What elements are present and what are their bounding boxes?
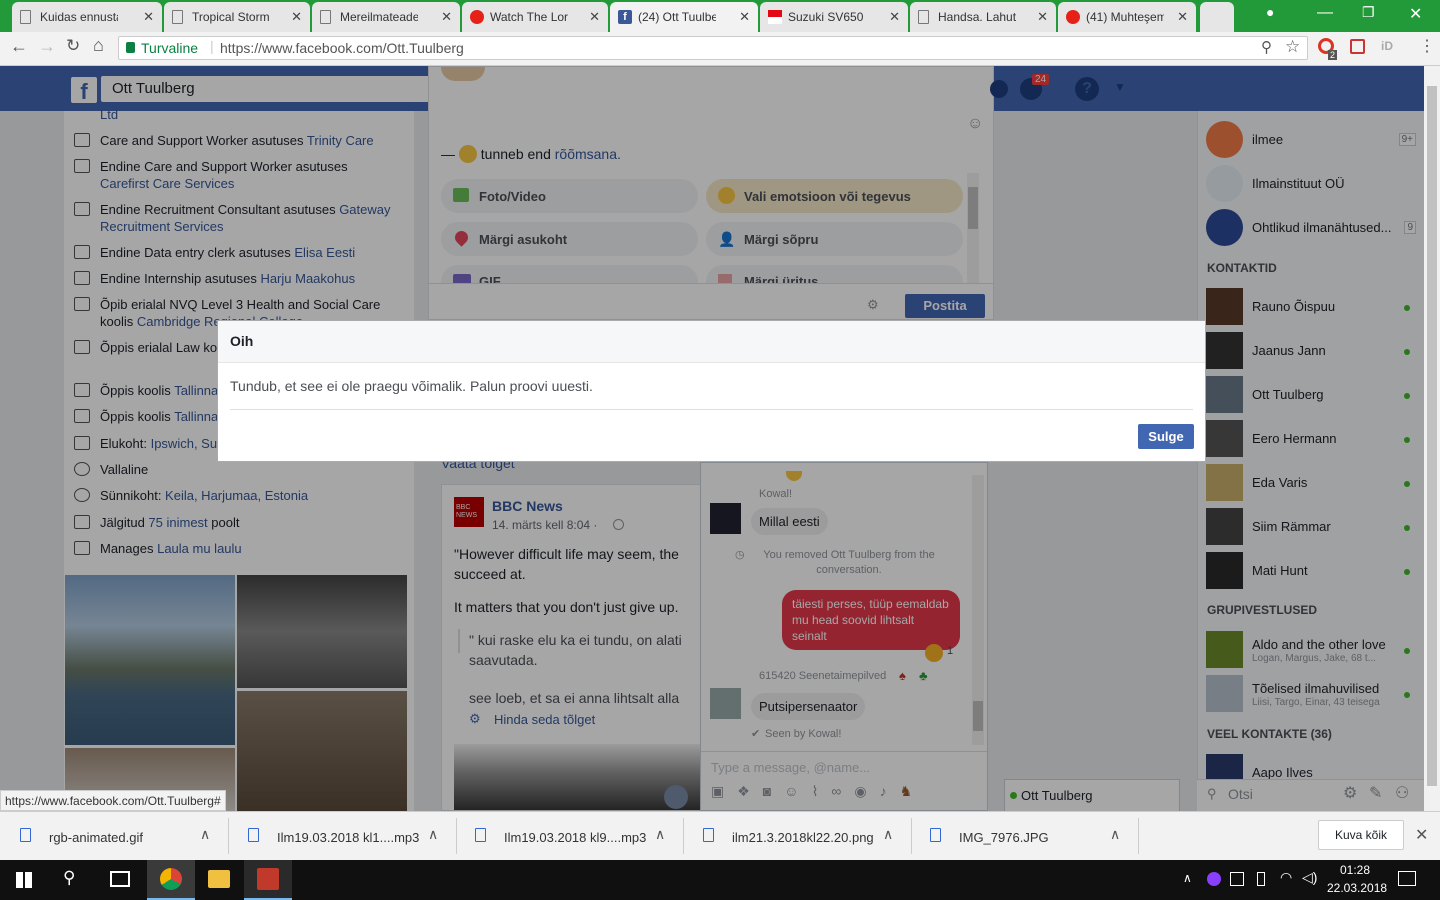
facebook-icon: f bbox=[618, 10, 632, 24]
download-item[interactable]: ilm21.3.2018kl22.20.png ∧ bbox=[703, 818, 912, 854]
status-bar-url: https://www.facebook.com/Ott.Tuulberg# bbox=[0, 790, 226, 811]
youtube-icon bbox=[470, 10, 484, 24]
youtube-icon bbox=[1066, 10, 1080, 24]
file-icon bbox=[20, 828, 31, 842]
back-icon[interactable]: ← bbox=[10, 36, 28, 57]
close-tab-icon[interactable]: ✕ bbox=[1177, 9, 1188, 25]
tab-strip: Kuidas ennustat✕ Tropical Storm R✕ Merei… bbox=[0, 0, 1440, 32]
address-bar[interactable]: Turvaline | https://www.facebook.com/Ott… bbox=[118, 36, 1308, 60]
zoom-icon[interactable]: ⚲ bbox=[1261, 38, 1272, 56]
browser-tab[interactable]: Suzuki SV650 S✕ bbox=[760, 2, 908, 32]
browser-tab[interactable]: Handsa. Lahutar✕ bbox=[910, 2, 1056, 32]
download-item[interactable]: Ilm19.03.2018 kl9....mp3 ∧ bbox=[475, 818, 684, 854]
download-menu-icon[interactable]: ∧ bbox=[883, 826, 893, 843]
dialog-title: Oih bbox=[230, 333, 254, 349]
document-icon bbox=[320, 10, 331, 24]
error-dialog: Oih Tundub, et see ei ole praegu võimali… bbox=[217, 320, 1206, 462]
separator: | bbox=[210, 38, 214, 54]
document-icon bbox=[918, 10, 929, 24]
download-menu-icon[interactable]: ∧ bbox=[428, 826, 438, 843]
search-icon[interactable]: ⚲ bbox=[63, 868, 75, 888]
close-tab-icon[interactable]: ✕ bbox=[143, 9, 154, 25]
browser-tab[interactable]: Mereilmateade | ✕ bbox=[312, 2, 460, 32]
divider bbox=[456, 818, 457, 854]
browser-tab[interactable]: Kuidas ennustat ✕ bbox=[12, 2, 162, 32]
scrollbar-thumb[interactable] bbox=[1427, 86, 1437, 786]
file-icon bbox=[703, 828, 714, 842]
download-filename: Ilm19.03.2018 kl9....mp3 bbox=[504, 830, 647, 845]
flag-icon bbox=[768, 10, 782, 24]
dialog-header: Oih bbox=[218, 321, 1205, 363]
bookmark-star-icon[interactable]: ☆ bbox=[1285, 37, 1300, 57]
download-filename: Ilm19.03.2018 kl1....mp3 bbox=[277, 830, 420, 845]
reload-icon[interactable]: ↻ bbox=[66, 36, 80, 56]
divider bbox=[1138, 818, 1139, 854]
windows-start-icon[interactable] bbox=[16, 872, 32, 888]
download-item[interactable]: IMG_7976.JPG ∧ bbox=[930, 818, 1139, 854]
download-filename: ilm21.3.2018kl22.20.png bbox=[732, 830, 874, 845]
document-icon bbox=[20, 10, 31, 24]
wifi-icon[interactable]: ◠ bbox=[1280, 869, 1292, 886]
windows-taskbar: ⚲ ∧ ◠ ◁) 01:28 22.03.2018 bbox=[0, 860, 1440, 900]
extension-badge: 2 bbox=[1328, 50, 1338, 60]
task-view-icon[interactable] bbox=[110, 871, 130, 887]
download-menu-icon[interactable]: ∧ bbox=[1110, 826, 1120, 843]
divider bbox=[911, 818, 912, 854]
close-tab-icon[interactable]: ✕ bbox=[441, 9, 452, 25]
id-extension-icon[interactable]: iD bbox=[1381, 39, 1393, 53]
file-explorer-icon[interactable] bbox=[208, 870, 230, 888]
close-tab-icon[interactable]: ✕ bbox=[1037, 9, 1048, 25]
file-icon bbox=[475, 828, 486, 842]
profile-icon[interactable]: ● bbox=[1266, 4, 1274, 20]
close-dialog-button[interactable]: Sulge bbox=[1138, 424, 1194, 449]
download-filename: rgb-animated.gif bbox=[49, 830, 143, 845]
download-item[interactable]: Ilm19.03.2018 kl1....mp3 ∧ bbox=[248, 818, 457, 854]
file-icon bbox=[930, 828, 941, 842]
browser-tab[interactable]: Watch The Lord ✕ bbox=[462, 2, 608, 32]
download-menu-icon[interactable]: ∧ bbox=[655, 826, 665, 843]
chrome-icon bbox=[160, 868, 182, 890]
close-tab-icon[interactable]: ✕ bbox=[291, 9, 302, 25]
browser-tab[interactable]: Tropical Storm R✕ bbox=[164, 2, 310, 32]
close-window-icon[interactable]: ✕ bbox=[1409, 4, 1422, 24]
volume-icon[interactable]: ◁) bbox=[1302, 869, 1317, 886]
browser-tab[interactable]: (41) Muhteşem ✕ bbox=[1058, 2, 1196, 32]
home-icon[interactable]: ⌂ bbox=[93, 35, 104, 56]
download-item[interactable]: rgb-animated.gif ∧ bbox=[20, 818, 229, 854]
document-icon bbox=[172, 10, 183, 24]
divider bbox=[683, 818, 684, 854]
url-text[interactable]: https://www.facebook.com/Ott.Tuulberg bbox=[220, 40, 464, 56]
divider bbox=[228, 818, 229, 854]
acrobat-icon bbox=[257, 868, 279, 890]
pocket-icon[interactable] bbox=[1350, 39, 1365, 54]
dialog-message: Tundub, et see ei ole praegu võimalik. P… bbox=[230, 378, 593, 394]
tray-app-icon[interactable] bbox=[1207, 872, 1221, 886]
maximize-icon[interactable]: ❐ bbox=[1362, 4, 1375, 21]
divider bbox=[230, 409, 1193, 410]
new-tab-button[interactable] bbox=[1200, 2, 1234, 32]
clock-date[interactable]: 22.03.2018 bbox=[1327, 881, 1387, 895]
close-tab-icon[interactable]: ✕ bbox=[739, 9, 750, 25]
minimize-icon[interactable]: — bbox=[1317, 4, 1333, 22]
forward-icon[interactable]: → bbox=[38, 36, 56, 57]
close-tab-icon[interactable]: ✕ bbox=[889, 9, 900, 25]
battery-icon[interactable] bbox=[1257, 872, 1265, 886]
menu-icon[interactable]: ⋮ bbox=[1419, 36, 1435, 56]
action-center-icon[interactable] bbox=[1398, 871, 1416, 886]
page-scrollbar[interactable] bbox=[1424, 66, 1440, 811]
close-downloads-icon[interactable]: ✕ bbox=[1415, 825, 1428, 845]
file-icon bbox=[248, 828, 259, 842]
tray-app-icon[interactable] bbox=[1230, 872, 1244, 886]
lock-icon bbox=[126, 42, 135, 53]
download-filename: IMG_7976.JPG bbox=[959, 830, 1049, 845]
close-tab-icon[interactable]: ✕ bbox=[589, 9, 600, 25]
download-menu-icon[interactable]: ∧ bbox=[200, 826, 210, 843]
tray-chevron-icon[interactable]: ∧ bbox=[1183, 871, 1192, 885]
secure-label: Turvaline bbox=[141, 40, 199, 56]
modal-overlay-header bbox=[0, 66, 1424, 111]
clock-time[interactable]: 01:28 bbox=[1340, 863, 1370, 877]
browser-tab-active[interactable]: f(24) Ott Tuulberg✕ bbox=[610, 2, 758, 32]
show-all-downloads-button[interactable]: Kuva kõik bbox=[1318, 820, 1404, 850]
